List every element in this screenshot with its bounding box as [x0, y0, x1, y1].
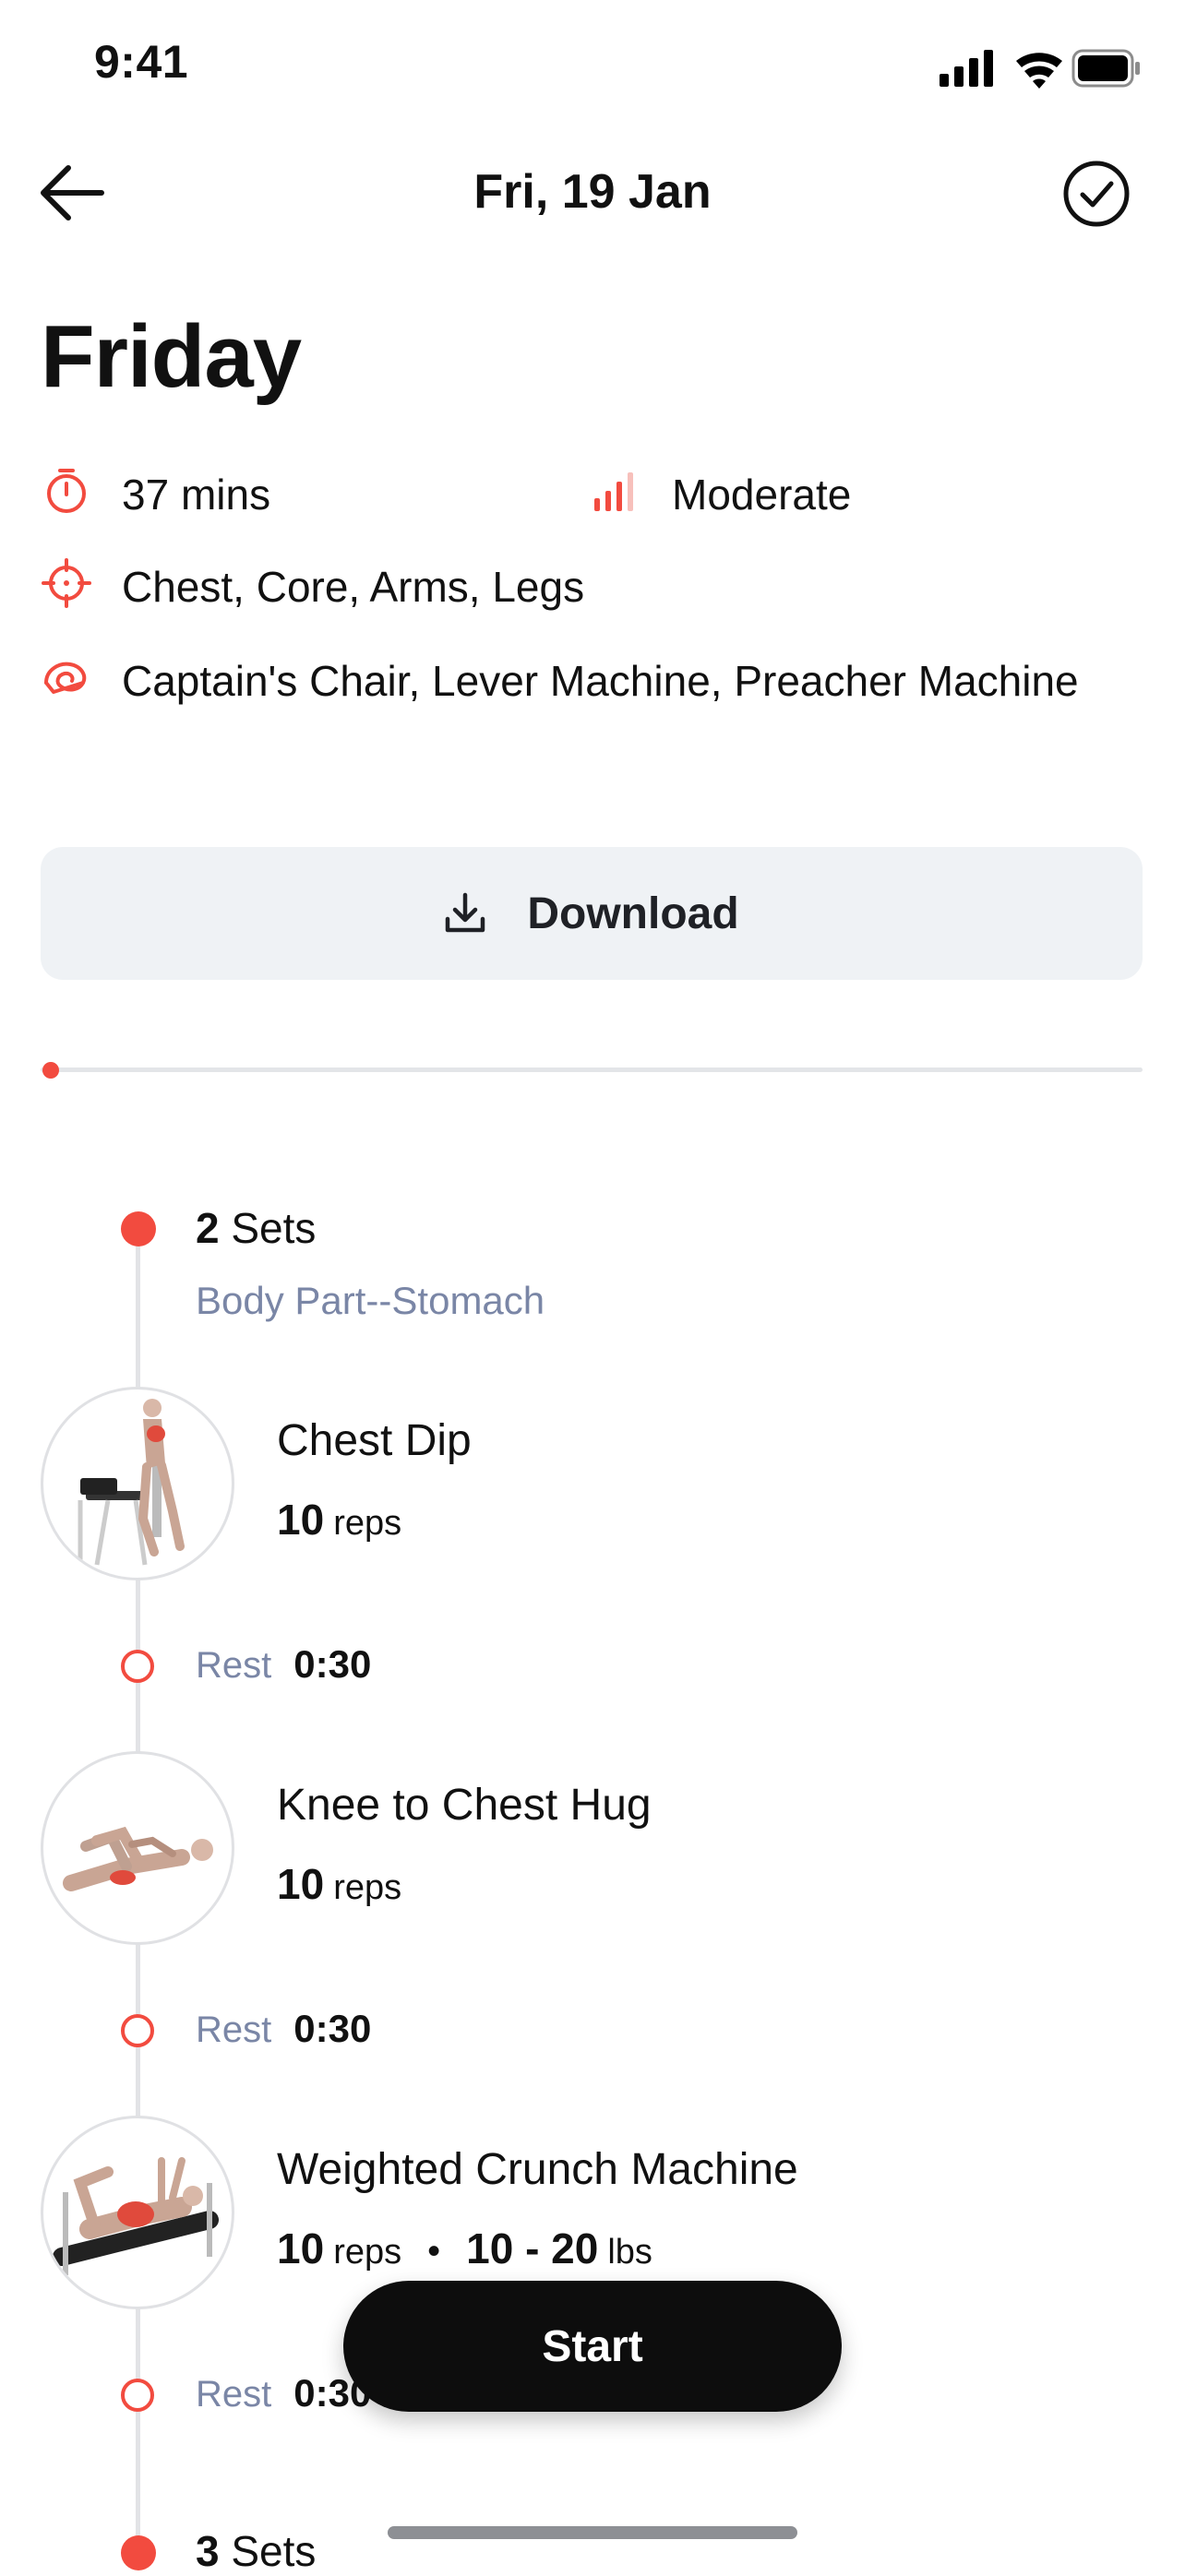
download-label: Download — [527, 888, 739, 938]
exercise-thumbnail[interactable] — [41, 2116, 234, 2309]
sets-count: 2 — [196, 1204, 220, 1252]
weighted-crunch-machine-illustration — [53, 2157, 219, 2275]
rest-label: Rest — [196, 1645, 272, 1686]
weight-unit: lbs — [607, 2233, 652, 2272]
equipment-text: Captain's Chair, Lever Machine, Preacher… — [122, 657, 1079, 705]
start-button[interactable]: Start — [343, 2281, 842, 2412]
equipment-icon — [44, 662, 87, 694]
status-time: 9:41 — [94, 36, 189, 88]
sets-word: Sets — [231, 1204, 317, 1252]
chest-dip-illustration — [78, 1399, 185, 1566]
stopwatch-icon — [47, 469, 86, 513]
status-icons — [940, 49, 1140, 89]
knee-to-chest-hug-illustration — [63, 1826, 213, 1891]
rest-time: 0:30 — [293, 1642, 372, 1686]
intensity-row: Moderate — [591, 465, 851, 524]
start-label: Start — [542, 2321, 643, 2371]
equipment-row: Captain's Chair, Lever Machine, Preacher… — [41, 651, 1102, 710]
progress-track — [41, 1067, 1143, 1072]
set-group-marker — [121, 2535, 156, 2570]
rest-row: Rest 0:30 — [196, 2007, 371, 2051]
rest-row: Rest 0:30 — [196, 2371, 371, 2415]
reps-unit: reps — [333, 1504, 402, 1543]
exercise-reps-weight: 10 reps • 10 - 20 lbs — [277, 2224, 652, 2273]
reps-unit: reps — [333, 2233, 402, 2272]
rest-row: Rest 0:30 — [196, 1642, 371, 1687]
sets-word: Sets — [231, 2527, 317, 2575]
sets-count: 3 — [196, 2527, 220, 2575]
signal-bars-icon — [594, 472, 633, 511]
exercise-name[interactable]: Knee to Chest Hug — [277, 1780, 652, 1831]
reps-unit: reps — [333, 1868, 402, 1907]
target-row: Chest, Core, Arms, Legs — [41, 557, 584, 616]
download-button[interactable]: Download — [41, 847, 1143, 980]
exercise-name[interactable]: Chest Dip — [277, 1415, 472, 1466]
rest-label: Rest — [196, 2010, 272, 2050]
duration-text: 37 mins — [122, 471, 271, 519]
reps-value: 10 — [277, 1860, 325, 1908]
download-icon — [446, 892, 485, 933]
sets-label: 2 Sets — [196, 1203, 316, 1253]
exercise-thumbnail[interactable] — [41, 1751, 234, 1945]
reps-value: 10 — [277, 2224, 325, 2272]
separator: • — [427, 2231, 441, 2272]
battery-icon — [1071, 49, 1140, 88]
rest-label: Rest — [196, 2374, 272, 2415]
exercise-reps: 10 reps — [277, 1859, 401, 1909]
sets-label: 3 Sets — [196, 2526, 316, 2576]
duration-row: 37 mins — [41, 465, 270, 524]
rest-marker — [121, 1650, 154, 1683]
exercise-name[interactable]: Weighted Crunch Machine — [277, 2144, 798, 2195]
crosshair-icon — [42, 558, 91, 608]
weight-value: 10 - 20 — [466, 2224, 599, 2272]
target-muscles-text: Chest, Core, Arms, Legs — [122, 563, 585, 611]
exercise-reps: 10 reps — [277, 1495, 401, 1544]
body-part-label: Body Part--Stomach — [196, 1279, 545, 1322]
page-title: Friday — [41, 307, 302, 406]
reps-value: 10 — [277, 1496, 325, 1544]
rest-time: 0:30 — [293, 2007, 372, 2050]
check-circle-icon[interactable] — [1061, 159, 1131, 229]
progress-indicator — [42, 1062, 59, 1079]
nav-title: Fri, 19 Jan — [473, 165, 712, 219]
rest-marker — [121, 2014, 154, 2047]
home-indicator — [388, 2526, 797, 2539]
exercise-thumbnail[interactable] — [41, 1387, 234, 1580]
cellular-signal-icon — [940, 50, 993, 87]
rest-marker — [121, 2379, 154, 2412]
intensity-text: Moderate — [672, 471, 852, 519]
set-group-marker — [121, 1211, 156, 1246]
wifi-icon — [1016, 53, 1062, 89]
